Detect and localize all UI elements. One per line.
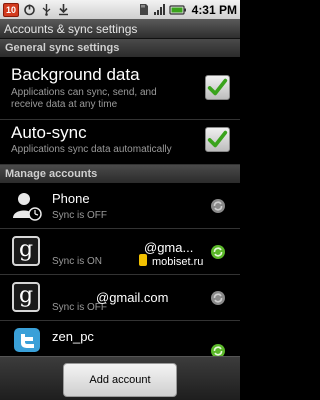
setting-background-data[interactable]: Background data Applications can sync, s…	[0, 57, 240, 120]
phone-watermark-icon	[139, 254, 147, 266]
auto-sync-checkbox[interactable]	[205, 127, 230, 152]
account-row-google-1[interactable]: g Sync is ON	[0, 229, 240, 275]
power-icon	[24, 4, 35, 16]
add-account-button[interactable]: Add account	[63, 363, 177, 397]
checkmark-icon	[207, 78, 228, 96]
account-name: Phone	[52, 191, 90, 206]
battery-icon	[169, 5, 186, 15]
setting-title: Background data	[11, 65, 140, 84]
sync-off-icon	[211, 291, 225, 305]
setting-subtitle: Applications sync data automatically	[11, 144, 172, 155]
status-bar: 10 4:31 PM	[0, 0, 240, 19]
notification-count-badge[interactable]: 10	[3, 2, 20, 17]
account-sync-status: Sync is OFF	[52, 210, 108, 221]
site-watermark: mobiset.ru	[152, 256, 204, 268]
google-g-icon: g	[12, 236, 40, 266]
setting-title: Auto-sync	[11, 123, 87, 142]
email-fragment-2: @gmail.com	[96, 290, 169, 305]
usb-icon	[42, 4, 51, 16]
setting-subtitle: Applications can sync, send, and receive…	[11, 87, 157, 110]
checkmark-icon	[207, 130, 228, 148]
background-data-checkbox[interactable]	[205, 75, 230, 100]
twitter-bird-icon	[14, 328, 40, 352]
contact-person-icon	[13, 193, 42, 221]
sync-on-icon	[211, 245, 225, 259]
section-header-manage: Manage accounts	[0, 165, 240, 183]
clock: 4:31 PM	[191, 2, 237, 17]
sd-card-icon	[139, 4, 148, 15]
section-header-general: General sync settings	[0, 39, 240, 57]
email-fragment-1: @gma...	[144, 240, 194, 255]
account-row-twitter[interactable]: zen_pc	[0, 321, 240, 358]
account-name: zen_pc	[52, 329, 94, 344]
bottom-action-bar: Add account	[0, 356, 240, 400]
account-sync-status: Sync is ON	[52, 256, 103, 267]
setting-auto-sync[interactable]: Auto-sync Applications sync data automat…	[0, 120, 240, 165]
account-row-phone[interactable]: Phone Sync is OFF	[0, 183, 240, 229]
signal-icon	[153, 4, 165, 15]
google-g-icon: g	[12, 282, 40, 312]
download-icon	[59, 4, 69, 16]
sync-off-icon	[211, 199, 225, 213]
page-title: Accounts & sync settings	[0, 19, 240, 39]
